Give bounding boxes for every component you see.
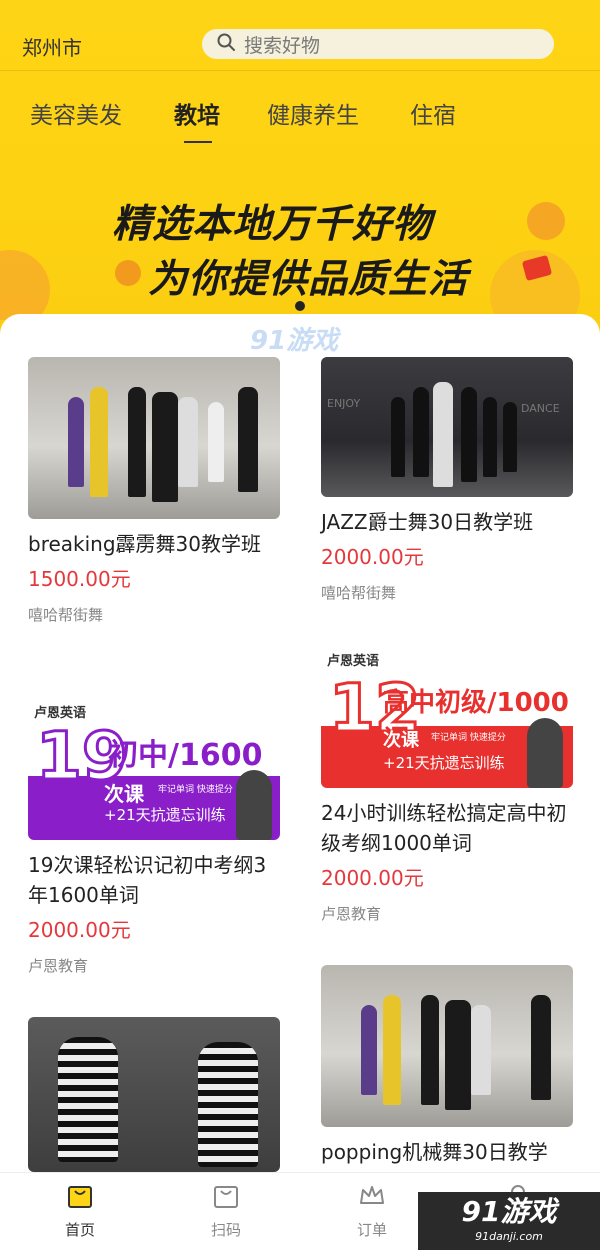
banner-headline-1: 精选本地万千好物 bbox=[112, 201, 433, 247]
product-price: 2000.00元 bbox=[321, 866, 424, 890]
home-bag-icon bbox=[65, 1186, 95, 1215]
tab-education[interactable]: 教培 bbox=[174, 96, 220, 130]
watermark-logo: 91游戏 bbox=[250, 326, 339, 356]
product-shop: 嘻哈帮街舞 bbox=[321, 584, 397, 602]
banner-headline-2: 为你提供品质生活 bbox=[148, 256, 469, 302]
product-card[interactable]: 卢恩英语 12 高中初级/1000词 次课 牢记单词 快速提分 +21天抗遗忘训… bbox=[321, 648, 573, 924]
teacher-avatar bbox=[236, 770, 272, 840]
product-title: JAZZ爵士舞30日教学班 bbox=[321, 510, 534, 534]
tabbar-label: 扫码 bbox=[210, 1221, 241, 1239]
watermark-banner: 91游戏 91danji.com bbox=[418, 1192, 600, 1250]
search-icon bbox=[216, 32, 236, 56]
tab-beauty[interactable]: 美容美发 bbox=[30, 96, 122, 130]
bag-icon bbox=[211, 1186, 241, 1215]
search-bar[interactable]: 搜索好物 bbox=[202, 29, 554, 59]
teacher-avatar bbox=[527, 718, 563, 788]
banner-decoration bbox=[0, 250, 50, 320]
product-title: 19次课轻松识记初中考纲3年1600单词 bbox=[28, 853, 267, 907]
tabbar-label: 订单 bbox=[356, 1221, 387, 1239]
product-image bbox=[321, 965, 573, 1127]
category-tabs: 美容美发 教培 健康养生 住宿 bbox=[0, 78, 600, 148]
product-image bbox=[28, 357, 280, 519]
tab-health[interactable]: 健康养生 bbox=[267, 96, 359, 130]
city-selector[interactable]: 郑州市 bbox=[22, 32, 82, 61]
promo-banner[interactable]: 精选本地万千好物 为你提供品质生活 bbox=[0, 150, 600, 320]
carousel-indicator bbox=[295, 301, 305, 311]
crown-icon bbox=[357, 1186, 387, 1215]
product-card[interactable]: popping机械舞30日教学 bbox=[321, 965, 573, 1167]
tabbar-label: 首页 bbox=[64, 1221, 95, 1239]
watermark-logo-text: 91游戏 bbox=[461, 1195, 557, 1228]
product-price: 1500.00元 bbox=[28, 567, 131, 591]
tabbar-scan[interactable]: 扫码 bbox=[186, 1181, 266, 1240]
banner-decoration bbox=[527, 202, 565, 240]
top-bar: 郑州市 搜索好物 bbox=[0, 0, 600, 70]
product-image: 卢恩英语 19 初中/1600词 次课 牢记单词 快速提分 +21天抗遗忘训练 bbox=[28, 698, 280, 840]
tab-lodging[interactable]: 住宿 bbox=[410, 96, 456, 130]
product-card[interactable]: 卢恩英语 19 初中/1600词 次课 牢记单词 快速提分 +21天抗遗忘训练 … bbox=[28, 698, 280, 976]
banner-decoration bbox=[115, 260, 141, 286]
active-tab-indicator bbox=[184, 141, 212, 143]
product-shop: 嘻哈帮街舞 bbox=[28, 606, 104, 624]
product-image: 卢恩英语 12 高中初级/1000词 次课 牢记单词 快速提分 +21天抗遗忘训… bbox=[321, 648, 573, 788]
product-price: 2000.00元 bbox=[321, 545, 424, 569]
search-placeholder: 搜索好物 bbox=[244, 34, 321, 57]
product-title: 24小时训练轻松搞定高中初级考纲1000单词 bbox=[321, 801, 567, 855]
product-card[interactable] bbox=[28, 1017, 280, 1172]
header-divider bbox=[0, 70, 600, 71]
product-title: popping机械舞30日教学 bbox=[321, 1140, 548, 1164]
product-card[interactable]: breaking霹雳舞30教学班 1500.00元 嘻哈帮街舞 bbox=[28, 357, 280, 625]
product-shop: 卢恩教育 bbox=[321, 905, 382, 923]
product-image: ENJOY DANCE bbox=[321, 357, 573, 497]
tabbar-home[interactable]: 首页 bbox=[40, 1181, 120, 1240]
product-price: 2000.00元 bbox=[28, 918, 131, 942]
watermark-url: 91danji.com bbox=[475, 1230, 543, 1243]
product-shop: 卢恩教育 bbox=[28, 957, 89, 975]
product-image bbox=[28, 1017, 280, 1172]
brand-logo: 卢恩英语 bbox=[327, 654, 380, 669]
tabbar-orders[interactable]: 订单 bbox=[332, 1181, 412, 1240]
product-card[interactable]: ENJOY DANCE JAZZ爵士舞30日教学班 2000.00元 嘻哈帮街舞 bbox=[321, 357, 573, 603]
product-title: breaking霹雳舞30教学班 bbox=[28, 532, 261, 556]
